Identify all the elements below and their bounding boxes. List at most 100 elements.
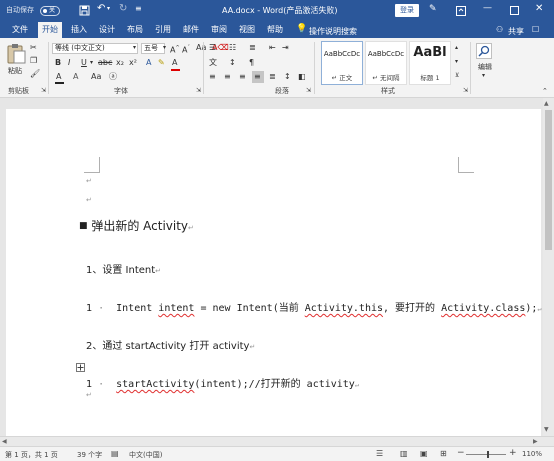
find-button[interactable]: [476, 43, 492, 59]
tab-9[interactable]: 帮助: [264, 22, 286, 38]
shading-icon[interactable]: ◧: [298, 72, 306, 82]
bullets-icon[interactable]: ☰: [209, 43, 216, 53]
tab-4[interactable]: 布局: [124, 22, 146, 38]
ribbon-display-icon[interactable]: [456, 6, 466, 16]
font-size-select[interactable]: 五号: [141, 43, 165, 54]
zoom-slider-thumb[interactable]: [487, 451, 489, 458]
tab-1[interactable]: 开始: [38, 22, 62, 38]
tab-8[interactable]: 视图: [236, 22, 258, 38]
styles-up-icon[interactable]: ▴: [455, 43, 458, 53]
redo-icon[interactable]: ↻: [119, 3, 127, 14]
highlight-icon[interactable]: ✎: [158, 58, 165, 68]
share-icon[interactable]: ⚇: [496, 25, 503, 34]
cut-icon[interactable]: ✂: [30, 43, 37, 53]
numbering-icon[interactable]: ☷: [229, 43, 236, 53]
collapse-ribbon-icon[interactable]: ⌃: [542, 86, 548, 96]
change-case-icon[interactable]: Aa: [196, 43, 206, 53]
phonetic-guide-icon[interactable]: ⓐ: [109, 72, 117, 82]
scroll-down-icon[interactable]: ▼: [544, 425, 549, 435]
editing-dropdown-icon[interactable]: ▾: [482, 71, 485, 81]
font-name-select[interactable]: 等线 (中文正文): [52, 43, 138, 54]
paste-label[interactable]: 粘贴: [8, 66, 22, 76]
align-right-icon[interactable]: ≡: [239, 72, 246, 82]
tab-5[interactable]: 引用: [152, 22, 174, 38]
show-marks-icon[interactable]: ¶: [249, 58, 254, 68]
coauthor-icon[interactable]: ✎: [429, 4, 437, 14]
minimize-icon[interactable]: —: [483, 3, 492, 13]
styles-down-icon[interactable]: ▾: [455, 57, 458, 67]
strikethrough-icon[interactable]: abc: [98, 58, 112, 68]
tell-me-search[interactable]: 操作说明搜索: [309, 26, 357, 37]
increase-indent-icon[interactable]: ⇥: [282, 43, 289, 53]
clipboard-launcher-icon[interactable]: ⇲: [41, 86, 46, 96]
text-effects-icon[interactable]: A: [146, 58, 151, 68]
tab-0[interactable]: 文件: [9, 22, 31, 38]
paste-button[interactable]: [5, 43, 27, 65]
save-icon[interactable]: [79, 5, 90, 16]
distributed-icon[interactable]: ≣: [269, 72, 276, 82]
bold-icon[interactable]: B: [55, 58, 61, 68]
font-size-dropdown-icon[interactable]: ▾: [163, 43, 166, 53]
undo-icon[interactable]: ↶: [97, 3, 105, 14]
read-mode-icon[interactable]: ▥: [400, 449, 408, 458]
align-center-icon[interactable]: ≡: [224, 72, 231, 82]
font-launcher-icon[interactable]: ⇲: [196, 86, 201, 96]
document-page[interactable]: ↵ ↵ ■ 弹出新的 Activity↵ 1、设置 Intent↵ 1 · In…: [6, 109, 542, 436]
undo-dropdown-icon[interactable]: ▾: [107, 5, 110, 12]
styles-more-icon[interactable]: ⊻: [455, 71, 459, 81]
grow-font-icon[interactable]: A^: [170, 43, 180, 56]
zoom-in-icon[interactable]: +: [509, 448, 517, 458]
paragraph-launcher-icon[interactable]: ⇲: [306, 86, 311, 96]
character-shading-icon[interactable]: A: [73, 72, 78, 82]
word-count[interactable]: 39 个字: [77, 450, 102, 460]
tab-6[interactable]: 邮件: [180, 22, 202, 38]
status-bar: 第 1 页，共 1 页 39 个字 ▤ 中文(中国) ☰ ▥ ▣ ⊞ − + 1…: [0, 446, 554, 461]
font-name-dropdown-icon[interactable]: ▾: [133, 43, 136, 53]
chinese-layout-icon[interactable]: 文: [209, 58, 217, 68]
underline-icon[interactable]: U: [81, 58, 87, 68]
autosave-toggle[interactable]: 关: [40, 6, 60, 16]
sort-icon[interactable]: ↕: [229, 58, 236, 68]
vertical-scroll-thumb[interactable]: [545, 110, 552, 250]
line-spacing-icon[interactable]: ↕: [284, 72, 291, 82]
print-layout-icon[interactable]: ▣: [420, 449, 428, 458]
close-icon[interactable]: ✕: [535, 3, 543, 14]
page-count[interactable]: 第 1 页，共 1 页: [5, 450, 58, 460]
format-painter-icon[interactable]: 🖌: [30, 69, 40, 79]
style-normal[interactable]: AaBbCcDc ↵ 正文: [321, 41, 363, 85]
tab-2[interactable]: 插入: [68, 22, 90, 38]
style-heading1[interactable]: AaBl 标题 1: [409, 41, 451, 85]
multilevel-list-icon[interactable]: ≣: [249, 43, 256, 53]
style-no-spacing[interactable]: AaBbCcDc ↵ 无间隔: [365, 41, 407, 85]
tab-3[interactable]: 设计: [96, 22, 118, 38]
proofing-icon[interactable]: ▤: [111, 449, 119, 458]
table-move-handle-icon[interactable]: [76, 363, 85, 372]
font-color-icon[interactable]: A: [172, 58, 177, 68]
web-layout-icon[interactable]: ⊞: [440, 449, 447, 458]
text-effects2-icon[interactable]: A: [56, 72, 61, 82]
align-left-icon[interactable]: ≡: [209, 72, 216, 82]
zoom-out-icon[interactable]: −: [457, 448, 465, 458]
tab-7[interactable]: 审阅: [208, 22, 230, 38]
superscript-icon[interactable]: x²: [129, 58, 137, 68]
language[interactable]: 中文(中国): [129, 450, 162, 460]
horizontal-scrollbar[interactable]: ◀ ▶: [0, 436, 554, 446]
subscript-icon[interactable]: x₂: [116, 58, 124, 68]
zoom-level[interactable]: 110%: [522, 450, 542, 458]
justify-icon[interactable]: ≡: [254, 72, 261, 82]
comments-icon[interactable]: ☐: [532, 25, 539, 34]
scroll-up-icon[interactable]: ▲: [544, 99, 549, 109]
styles-launcher-icon[interactable]: ⇲: [463, 86, 468, 96]
enclose-char-icon[interactable]: Aa: [91, 72, 101, 82]
decrease-indent-icon[interactable]: ⇤: [269, 43, 276, 53]
maximize-icon[interactable]: [510, 6, 519, 15]
italic-icon[interactable]: I: [68, 58, 70, 68]
login-button[interactable]: 登录: [395, 4, 419, 17]
copy-icon[interactable]: ❐: [30, 56, 37, 66]
underline-dropdown-icon[interactable]: ▾: [90, 58, 93, 68]
shrink-font-icon[interactable]: Aˇ: [182, 43, 190, 56]
focus-mode-icon[interactable]: ☰: [376, 449, 383, 458]
share-button[interactable]: 共享: [508, 26, 524, 37]
zoom-slider[interactable]: [466, 454, 506, 455]
customize-qat-icon[interactable]: ≡: [135, 4, 142, 13]
